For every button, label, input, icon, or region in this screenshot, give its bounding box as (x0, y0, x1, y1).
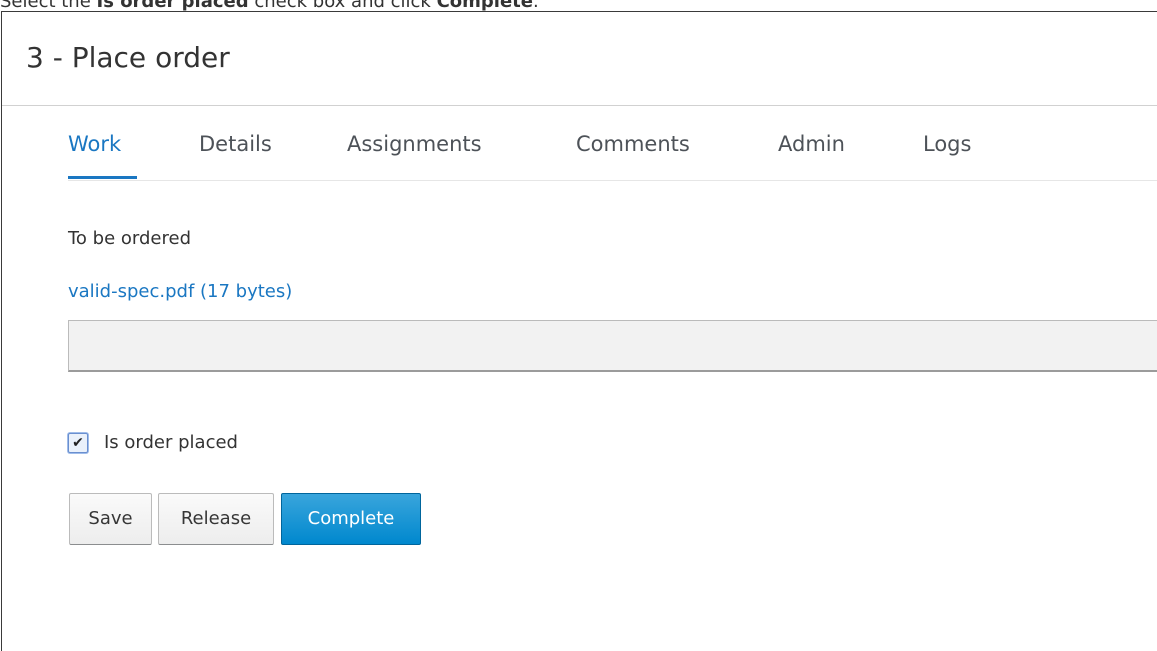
tab-logs[interactable]: Logs (923, 130, 971, 158)
tab-admin[interactable]: Admin (778, 130, 845, 158)
panel-header: 3 - Place order (2, 12, 1157, 106)
release-button[interactable]: Release (158, 493, 274, 545)
tab-bar: Work Details Assignments Comments Admin … (68, 94, 1157, 181)
tab-work[interactable]: Work (68, 130, 121, 158)
section-label-to-be-ordered: To be ordered (68, 228, 191, 249)
complete-button[interactable]: Complete (281, 493, 421, 545)
checkmark-icon: ✔ (72, 435, 84, 451)
tab-assignments[interactable]: Assignments (347, 130, 482, 158)
tab-comments[interactable]: Comments (576, 130, 690, 158)
is-order-placed-checkbox[interactable]: ✔ (68, 433, 88, 453)
is-order-placed-row: ✔ Is order placed (68, 429, 238, 457)
file-download-link[interactable]: valid-spec.pdf (17 bytes) (68, 280, 292, 304)
active-tab-indicator (68, 176, 137, 179)
save-button[interactable]: Save (69, 493, 152, 545)
tab-details[interactable]: Details (199, 130, 272, 158)
page-title: 3 - Place order (26, 41, 230, 74)
is-order-placed-label: Is order placed (104, 432, 238, 453)
order-text-input[interactable] (68, 320, 1157, 372)
